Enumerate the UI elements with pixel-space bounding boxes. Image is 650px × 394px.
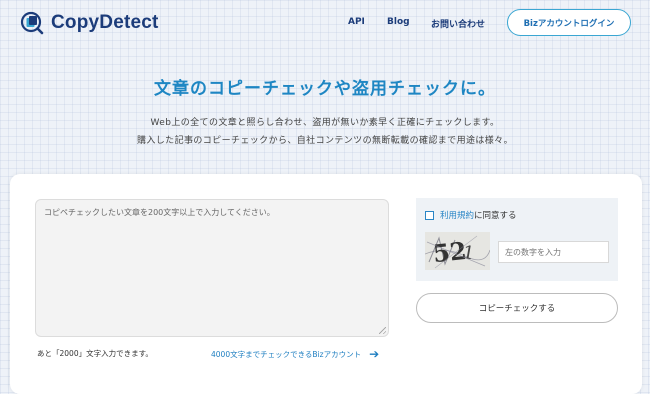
captcha-input[interactable]	[498, 241, 609, 263]
resize-handle-icon[interactable]	[379, 327, 386, 334]
captcha-image: 52 1	[425, 232, 490, 270]
biz-login-button[interactable]: Bizアカウントログイン	[507, 9, 631, 36]
text-input-area[interactable]: コピペチェックしたい文章を200文字以上で入力してください。	[35, 199, 389, 337]
remaining-chars-text: あと「2000」文字入力できます。	[37, 349, 153, 358]
logo-icon	[20, 11, 44, 35]
nav-api-link[interactable]: API	[348, 17, 365, 27]
hero-headline: 文章のコピーチェックや盗用チェックに。	[154, 79, 496, 99]
biz-account-link-label: 4000文字までチェックできるBizアカウント	[211, 349, 362, 359]
nav-blog-link[interactable]: Blog	[387, 17, 410, 27]
terms-link[interactable]: 利用規約	[440, 209, 474, 221]
terms-agreement[interactable]: 利用規約 に同意する	[425, 209, 517, 221]
terms-checkbox[interactable]	[425, 210, 434, 220]
terms-suffix-label: に同意する	[474, 211, 517, 221]
site-logo[interactable]: CopyDetect	[20, 10, 159, 36]
biz-account-link[interactable]: 4000文字までチェックできるBizアカウント ➔	[211, 347, 379, 361]
copy-check-button[interactable]: コピーチェックする	[416, 293, 618, 323]
logo-text: CopyDetect	[51, 12, 159, 33]
text-input-placeholder: コピペチェックしたい文章を200文字以上で入力してください。	[44, 208, 275, 217]
site-header: CopyDetect API Blog お問い合わせ Bizアカウントログイン	[0, 0, 650, 50]
hero-subtext-1: Web上の全ての文章と照らし合わせ、盗用が無いか素早く正確にチェックします。	[150, 118, 500, 128]
arrow-right-icon: ➔	[369, 347, 380, 361]
hero-subtext-2: 購入した記事のコピーチェックから、自社コンテンツの無断転載の確認まで用途は様々。	[136, 136, 513, 146]
nav-contact-link[interactable]: お問い合わせ	[431, 17, 485, 30]
